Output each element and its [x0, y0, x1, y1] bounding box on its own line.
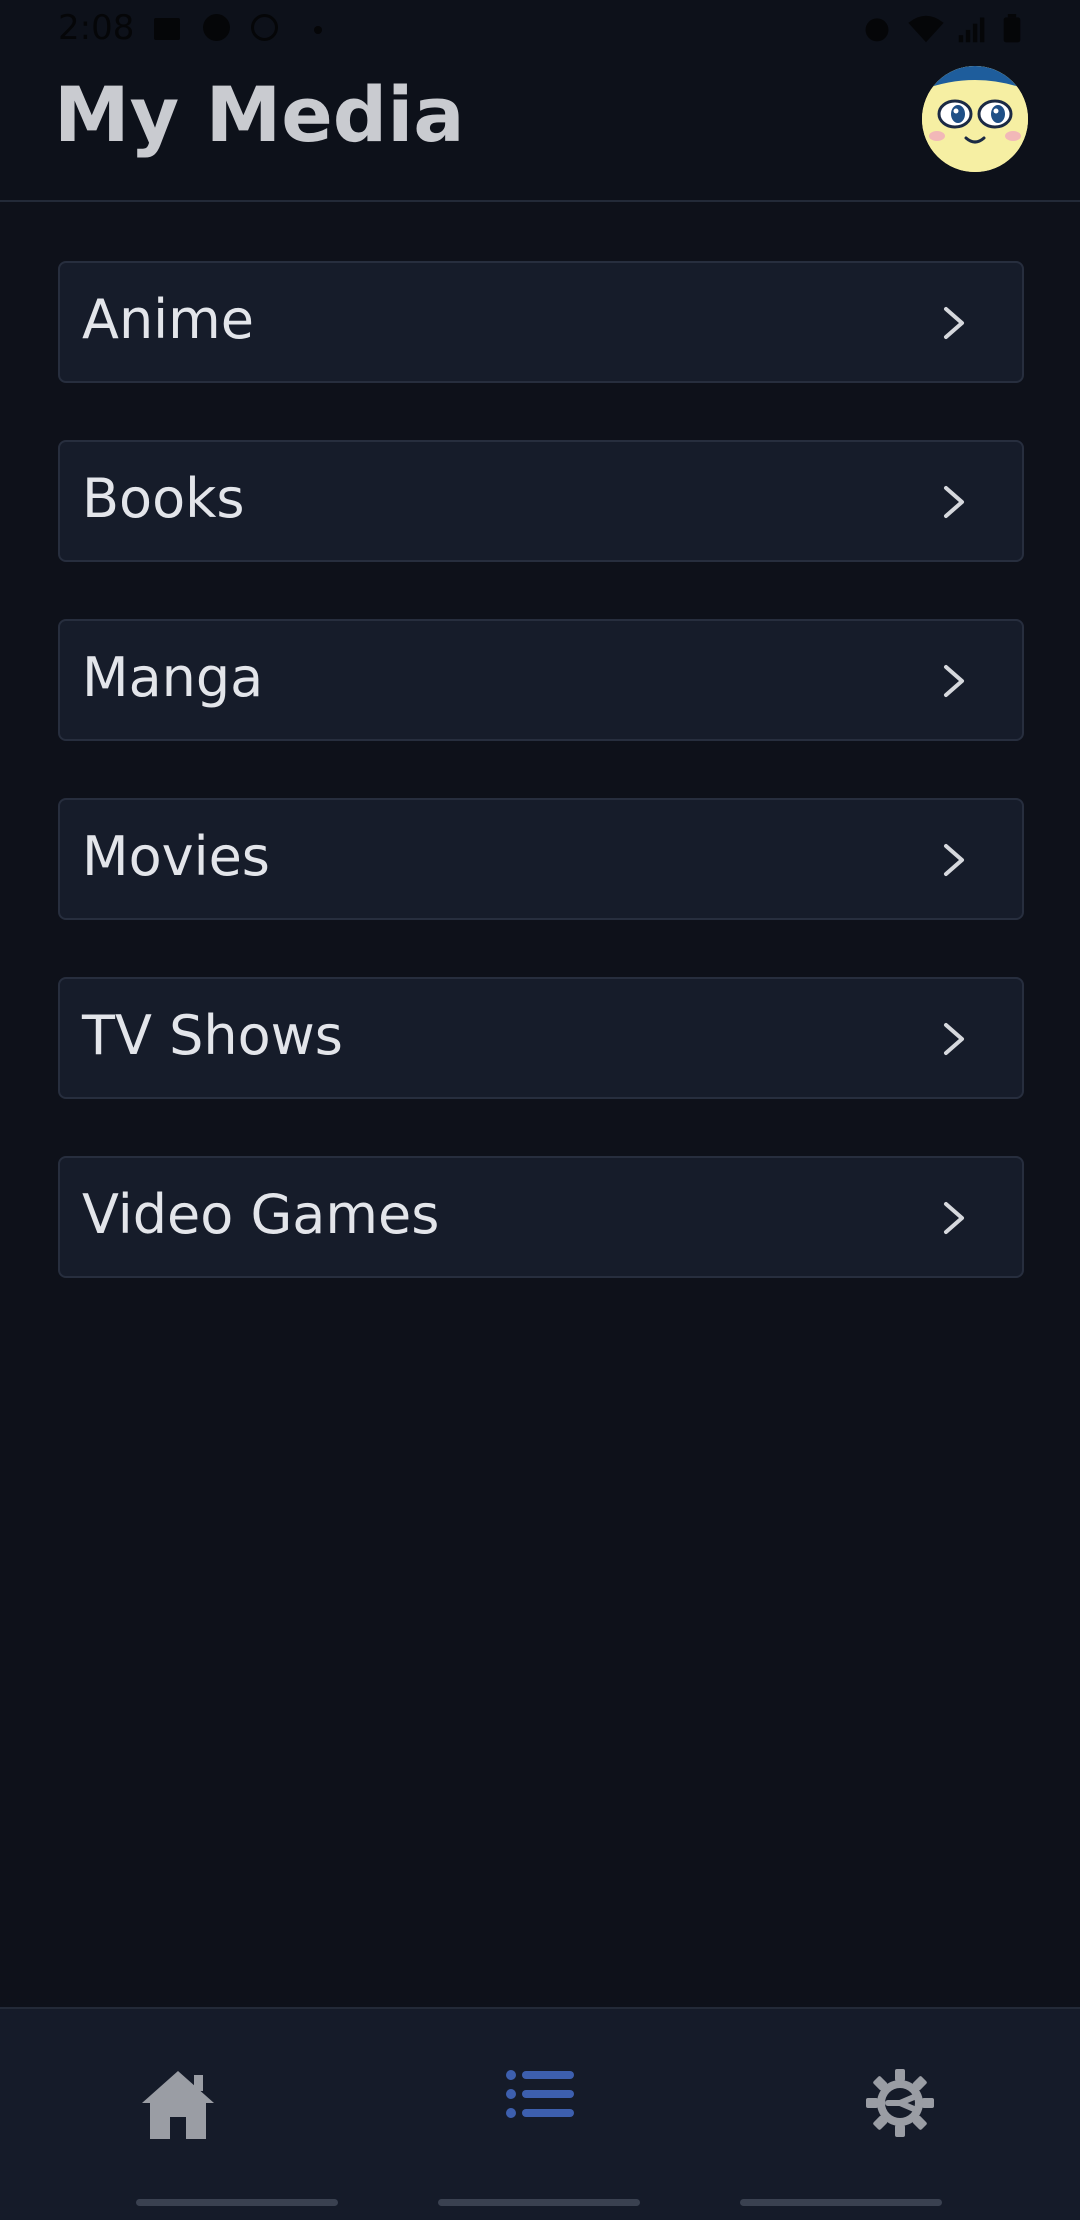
- whatsapp-notification-icon: [251, 14, 278, 41]
- category-label: Video Games: [82, 1183, 440, 1246]
- category-movies[interactable]: Movies: [58, 798, 1024, 920]
- avatar-face-icon: [922, 66, 1028, 172]
- status-time: 2:08: [58, 8, 135, 48]
- category-label: Manga: [82, 646, 264, 709]
- category-label: Books: [82, 467, 245, 530]
- category-label: Movies: [82, 825, 270, 888]
- category-tv-shows[interactable]: TV Shows: [58, 977, 1024, 1099]
- chevron-right-icon: [944, 486, 964, 518]
- media-category-list: Anime Books Manga Movies TV Shows Video …: [58, 261, 1024, 1335]
- category-books[interactable]: Books: [58, 440, 1024, 562]
- avatar[interactable]: [922, 66, 1028, 172]
- category-manga[interactable]: Manga: [58, 619, 1024, 741]
- battery-icon: [1003, 14, 1021, 43]
- settings-gear-icon: [866, 2069, 934, 2137]
- chevron-right-icon: [944, 1202, 964, 1234]
- nav-media-list-button[interactable]: [440, 2069, 640, 2169]
- nav-indicator-home: [136, 2199, 338, 2206]
- category-video-games[interactable]: Video Games: [58, 1156, 1024, 1278]
- nav-home-button[interactable]: [78, 2069, 278, 2169]
- nav-indicator-media: [438, 2199, 640, 2206]
- more-notifications-dot-icon: [314, 26, 322, 34]
- status-bar: 2:08: [0, 0, 1080, 60]
- app-root: 2:08 My Media Anime Books Manga Movies T…: [0, 0, 1080, 2220]
- nav-indicator-settings: [740, 2199, 942, 2206]
- page-title: My Media: [54, 70, 465, 159]
- nav-settings-button[interactable]: [800, 2069, 1000, 2169]
- signal-icon: [958, 17, 985, 43]
- list-icon: [506, 2070, 574, 2118]
- top-app-bar: 2:08 My Media: [0, 0, 1080, 202]
- app-notification-icon: [203, 14, 230, 41]
- home-icon: [142, 2071, 214, 2139]
- category-label: Anime: [82, 288, 254, 351]
- chevron-right-icon: [944, 844, 964, 876]
- alarm-icon: [865, 18, 889, 42]
- gallery-notification-icon: [154, 18, 180, 40]
- wifi-icon: [908, 15, 944, 43]
- category-anime[interactable]: Anime: [58, 261, 1024, 383]
- chevron-right-icon: [944, 307, 964, 339]
- chevron-right-icon: [944, 1023, 964, 1055]
- chevron-right-icon: [944, 665, 964, 697]
- category-label: TV Shows: [82, 1004, 343, 1067]
- bottom-navigation-bar: [0, 2007, 1080, 2220]
